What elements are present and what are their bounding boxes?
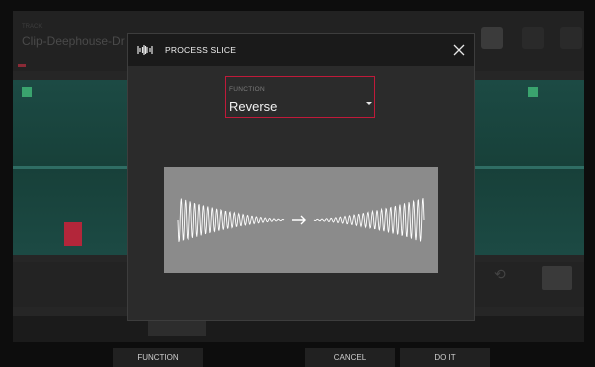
background-search-icon <box>481 27 503 49</box>
function-field-label: FUNCTION <box>229 86 265 93</box>
do-it-button[interactable]: DO IT <box>400 348 490 367</box>
footer-bar <box>0 346 595 367</box>
arrow-right-icon <box>292 215 306 225</box>
process-slice-dialog: PROCESS SLICE FUNCTION Reverse <box>127 33 475 321</box>
background-slice-marker <box>528 87 538 97</box>
background-right-button <box>542 266 572 290</box>
background-gear-icon <box>560 27 582 49</box>
close-icon[interactable] <box>452 43 466 57</box>
cancel-button[interactable]: CANCEL <box>305 348 395 367</box>
reverse-preview-panel <box>164 167 438 273</box>
function-field-value: Reverse <box>229 99 278 114</box>
function-select[interactable]: FUNCTION Reverse <box>225 76 375 118</box>
background-selected-slice <box>64 222 82 246</box>
background-clip-name: Clip-Deephouse-Dr <box>22 34 125 48</box>
dialog-header: PROCESS SLICE <box>128 34 474 66</box>
reversed-waveform <box>313 198 425 242</box>
dialog-title: PROCESS SLICE <box>165 45 237 55</box>
function-button[interactable]: FUNCTION <box>113 348 203 367</box>
background-grid-icon <box>522 27 544 49</box>
reverse-waveform-illustration <box>177 198 425 242</box>
background-track-tag: TRACK <box>22 24 43 30</box>
waveform-process-icon <box>137 45 153 55</box>
original-waveform <box>177 198 285 242</box>
caret-down-icon <box>366 102 372 105</box>
background-red-tick <box>18 64 26 67</box>
background-slice-marker <box>22 87 32 97</box>
background-loop-icon: ⟲ <box>494 266 506 282</box>
